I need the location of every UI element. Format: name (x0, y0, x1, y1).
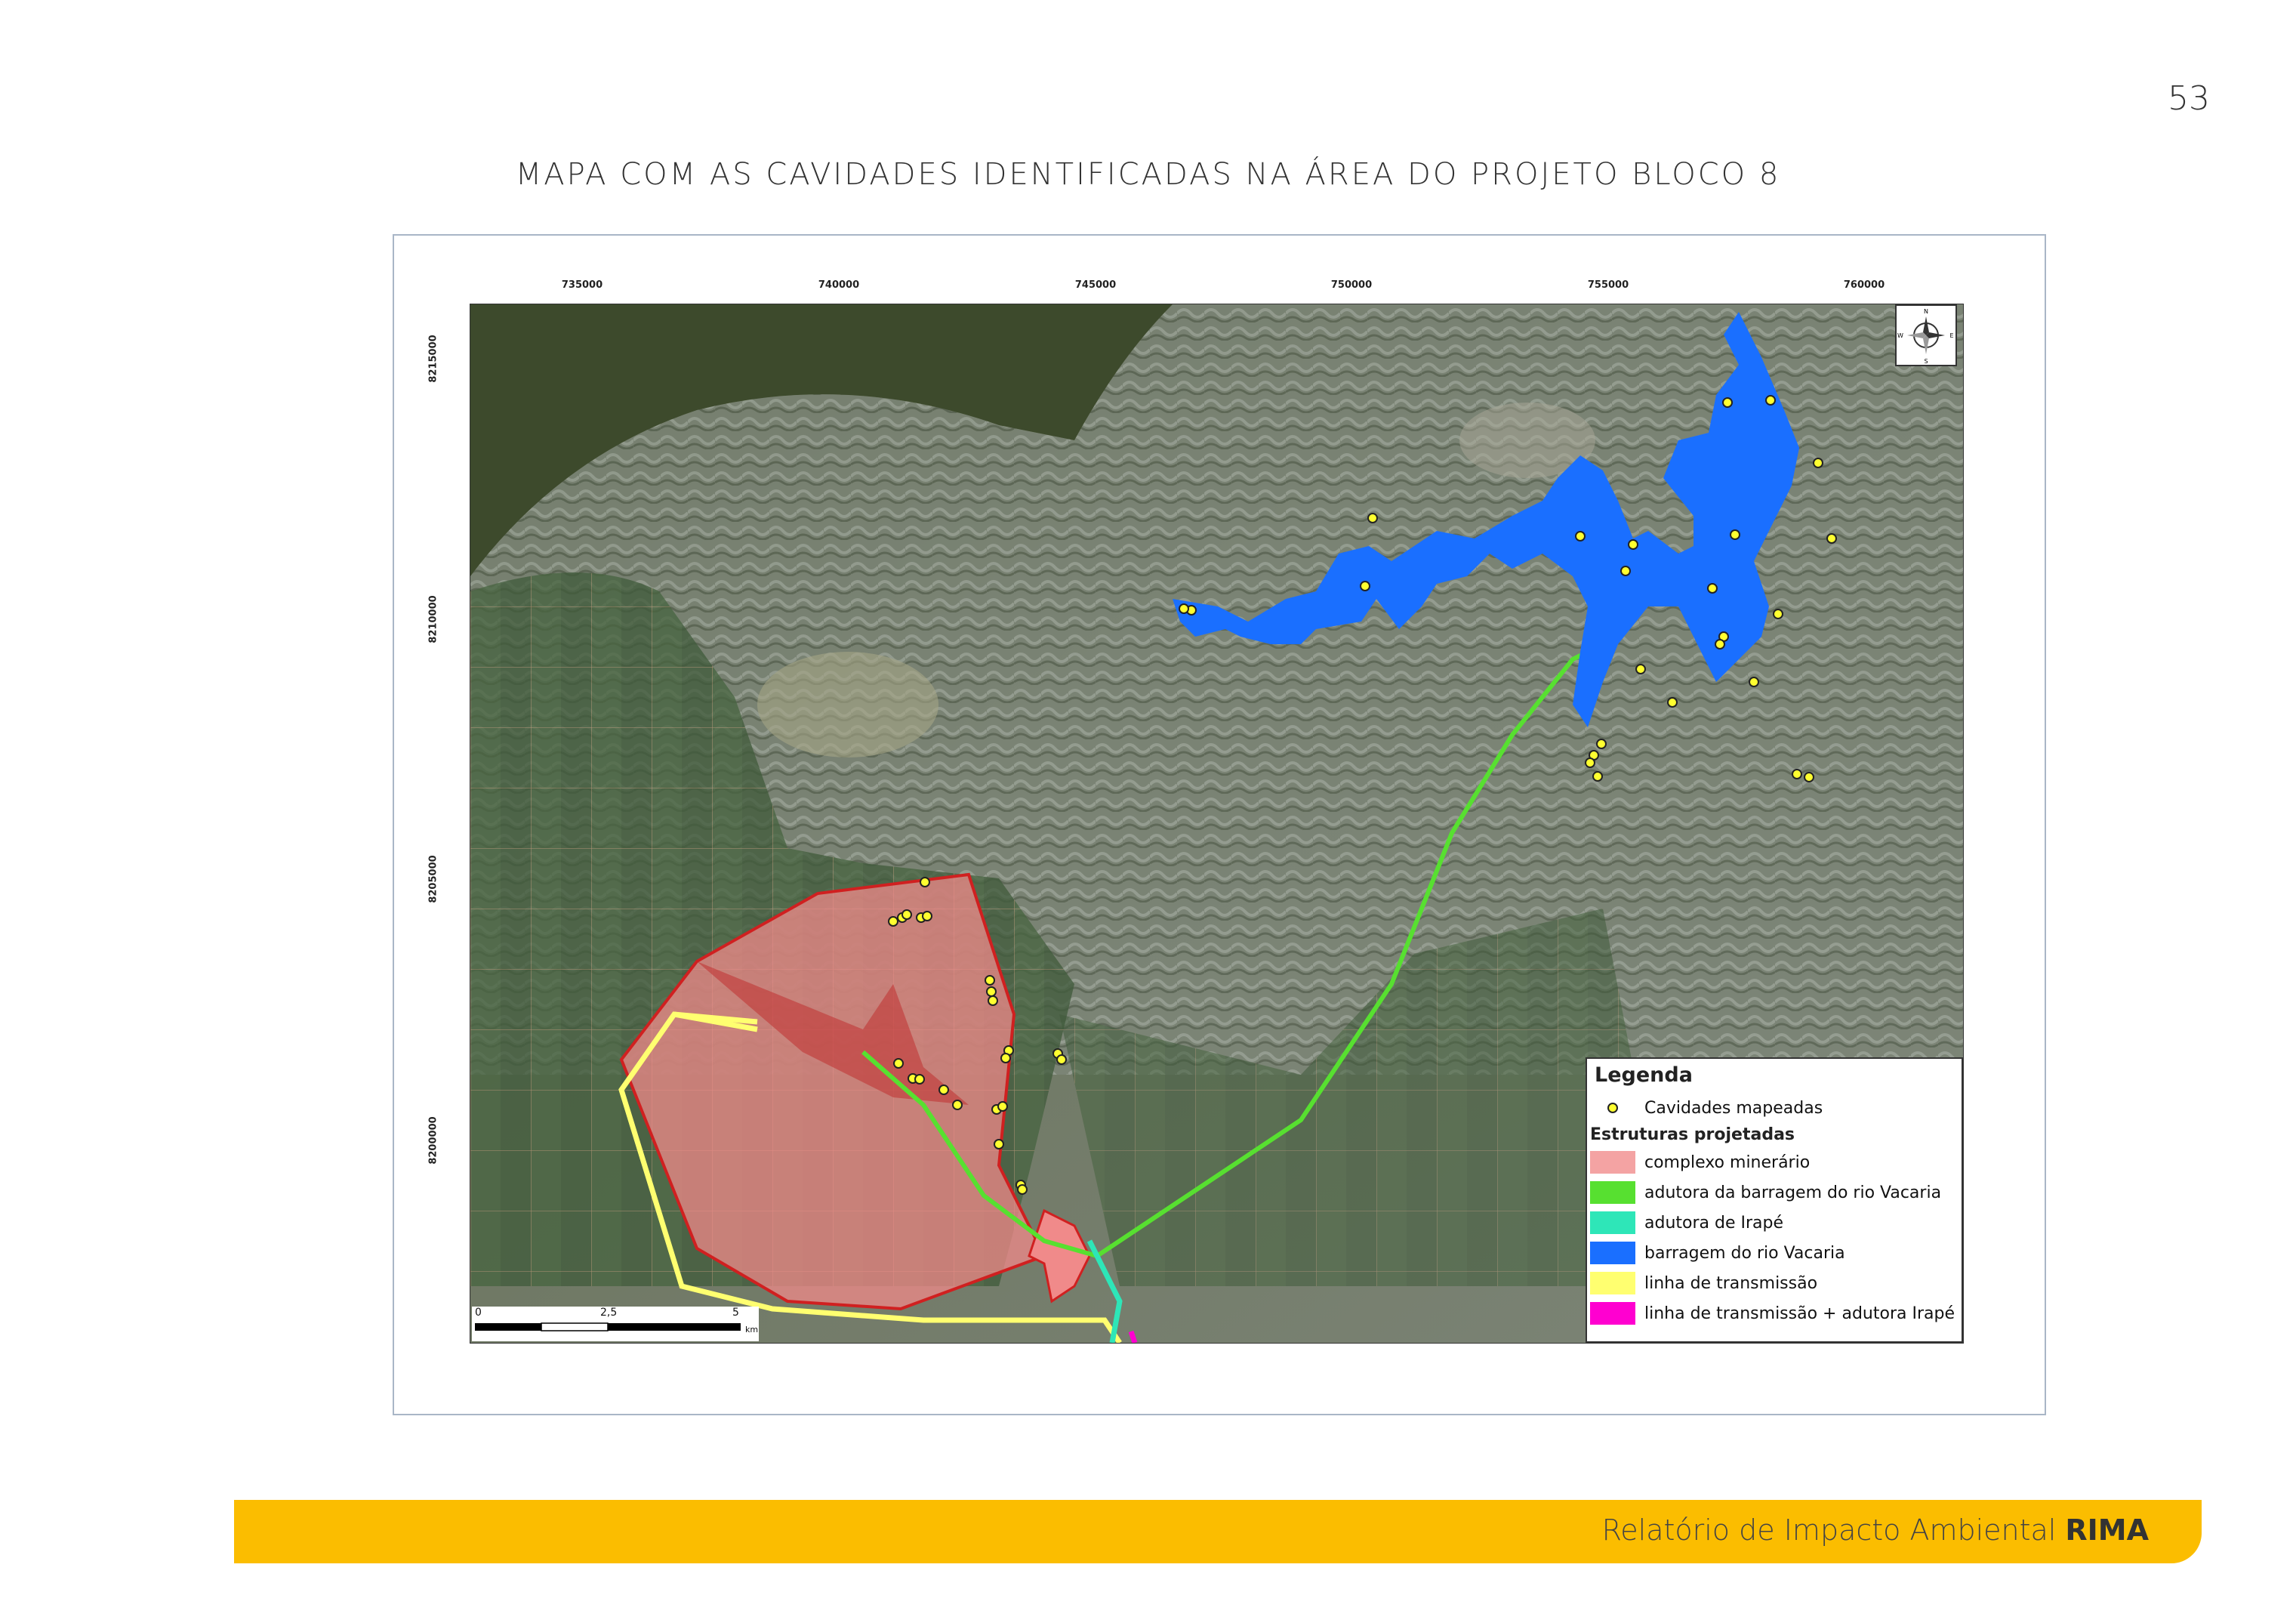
footer-report-name: Relatório de Impacto Ambiental (1601, 1513, 2057, 1547)
legend-item: Cavidades mapeadas (1587, 1093, 1962, 1123)
legend-swatch (1590, 1302, 1635, 1325)
cave-point-icon (1590, 1097, 1635, 1119)
map-legend: Legenda Cavidades mapeadas Estruturas pr… (1586, 1057, 1963, 1343)
legend-label: adutora de Irapé (1644, 1213, 1784, 1233)
legend-swatch (1590, 1151, 1635, 1174)
legend-item: adutora de Irapé (1587, 1208, 1962, 1238)
y-tick-label: 8205000 (427, 855, 439, 903)
legend-swatch (1590, 1211, 1635, 1234)
legend-section-title: Estruturas projetadas (1590, 1125, 1795, 1144)
x-tick-label: 755000 (1587, 279, 1629, 291)
legend-label: barragem do rio Vacaria (1644, 1243, 1845, 1263)
scale-bar: 0 2,5 5 km (472, 1307, 759, 1341)
y-tick-label: 8215000 (427, 335, 439, 383)
footer-rima: RIMA (2065, 1513, 2149, 1547)
legend-swatch (1590, 1242, 1635, 1264)
y-tick-label: 8200000 (427, 1116, 439, 1165)
satellite-map[interactable]: N S W E 0 2,5 5 km Legenda Cavidades map… (470, 304, 1964, 1344)
legend-title: Legenda (1595, 1063, 1693, 1087)
x-tick-label: 760000 (1843, 279, 1885, 291)
compass-rose-icon: N S W E (1895, 304, 1957, 366)
scale-unit: km (745, 1325, 759, 1335)
legend-item: barragem do rio Vacaria (1587, 1238, 1962, 1268)
legend-label: linha de transmissão (1644, 1273, 1818, 1293)
x-tick-label: 745000 (1074, 279, 1117, 291)
footer-band: Relatório de Impacto Ambiental RIMA (234, 1500, 2202, 1563)
x-tick-label: 735000 (561, 279, 603, 291)
page-title: MAPA COM AS CAVIDADES IDENTIFICADAS NA Á… (515, 157, 1781, 192)
legend-label: Cavidades mapeadas (1644, 1098, 1823, 1118)
page-number: 53 (2168, 79, 2210, 118)
svg-text:E: E (1949, 332, 1953, 339)
x-tick-label: 740000 (818, 279, 860, 291)
legend-label: linha de transmissão + adutora Irapé (1644, 1304, 1955, 1323)
legend-item: complexo minerário (1587, 1147, 1962, 1177)
map-frame: 735000 740000 745000 750000 755000 76000… (393, 234, 2046, 1415)
legend-label: complexo minerário (1644, 1152, 1811, 1172)
legend-item: linha de transmissão (1587, 1268, 1962, 1298)
svg-text:S: S (1924, 358, 1928, 365)
legend-swatch (1590, 1181, 1635, 1204)
legend-swatch (1590, 1272, 1635, 1294)
legend-item: linha de transmissão + adutora Irapé (1587, 1298, 1962, 1328)
svg-text:N: N (1924, 308, 1928, 315)
legend-label: adutora da barragem do rio Vacaria (1644, 1183, 1942, 1202)
x-tick-label: 750000 (1330, 279, 1373, 291)
y-tick-label: 8210000 (427, 595, 439, 643)
svg-text:W: W (1897, 332, 1903, 339)
footer-text: Relatório de Impacto Ambiental RIMA (1602, 1513, 2149, 1547)
legend-item: adutora da barragem do rio Vacaria (1587, 1177, 1962, 1208)
